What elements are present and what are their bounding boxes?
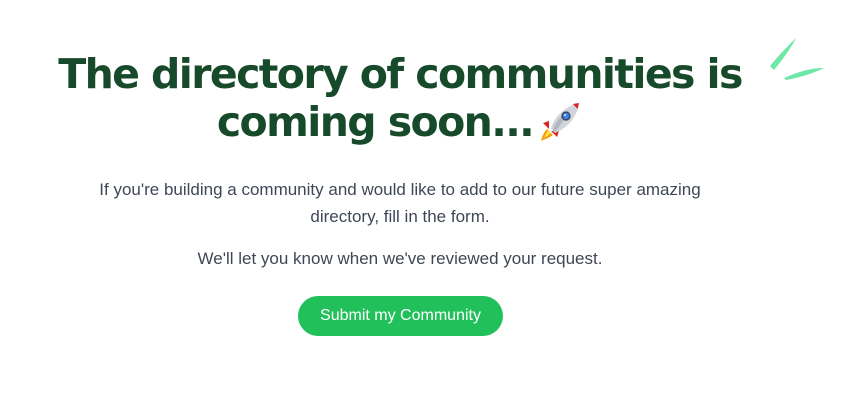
headline-line-1: The directory of communities is — [58, 50, 743, 98]
headline-line-2-text: coming soon... — [216, 98, 535, 146]
rocket-icon — [541, 103, 580, 141]
page-title: The directory of communities is coming s… — [40, 50, 760, 146]
sparkle-strokes-icon — [770, 38, 824, 80]
review-note: We'll let you know when we've reviewed y… — [197, 249, 603, 268]
description-line-1: If you're building a community and would… — [99, 180, 701, 199]
description-line-2: directory, fill in the form. — [310, 207, 490, 226]
submit-community-button[interactable]: Submit my Community — [298, 296, 503, 336]
description: If you're building a community and would… — [40, 176, 760, 230]
headline-line-2: coming soon... — [40, 98, 760, 146]
